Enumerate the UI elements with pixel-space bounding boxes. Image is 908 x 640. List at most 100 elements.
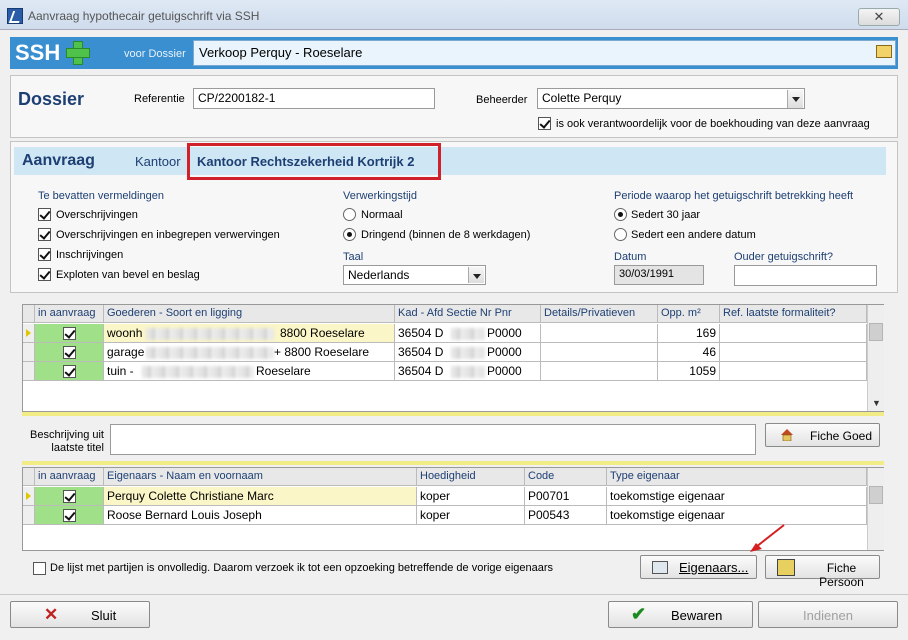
fiche-goed-button[interactable]: Fiche Goed — [765, 423, 880, 447]
goederen-col-kad[interactable]: Kad - Afd Sectie Nr Pnr — [395, 305, 541, 323]
redacted-blur — [142, 366, 254, 378]
goed-details[interactable] — [541, 324, 658, 343]
inschrijvingen-label: Inschrijvingen — [56, 249, 124, 261]
grid-corner — [23, 305, 35, 323]
open-folder-icon[interactable] — [876, 45, 892, 58]
close-window-button[interactable]: ✕ — [858, 8, 900, 26]
scroll-thumb[interactable] — [869, 323, 883, 341]
boekhouding-label: is ook verantwoordelijk voor de boekhoud… — [556, 118, 870, 130]
fiche-persoon-label: Fiche Persoon — [819, 561, 864, 589]
table-row-check[interactable] — [35, 362, 104, 381]
ouder-input[interactable] — [734, 265, 877, 286]
goed-checkbox[interactable] — [63, 327, 76, 340]
goed-details[interactable] — [541, 343, 658, 362]
goed-opp[interactable]: 1059 — [658, 362, 720, 381]
eigenaar-code[interactable]: P00543 — [525, 506, 607, 525]
goederen-grid[interactable]: in aanvraag Goederen - Soort en ligging … — [22, 304, 884, 412]
eigenaar-hoedigheid[interactable]: koper — [417, 506, 525, 525]
onvolledig-label: De lijst met partijen is onvolledig. Daa… — [50, 562, 554, 574]
add-plus-icon[interactable] — [66, 41, 90, 65]
datum-field: 30/03/1991 — [614, 265, 704, 285]
goed-checkbox[interactable] — [63, 365, 76, 378]
eigenaar-code[interactable]: P00701 — [525, 487, 607, 506]
chevron-down-icon[interactable] — [787, 90, 803, 108]
beschrijving-textarea[interactable] — [110, 424, 756, 455]
grid-corner — [23, 468, 35, 486]
goed-details[interactable] — [541, 362, 658, 381]
goed-ref[interactable] — [720, 324, 867, 343]
goed-soort-cell[interactable]: garage + 8800 Roeselare — [104, 343, 395, 362]
beheerder-select[interactable]: Colette Perquy — [537, 88, 805, 109]
dossier-field[interactable]: Verkoop Perquy - Roeselare — [193, 40, 896, 66]
table-row-check[interactable] — [35, 324, 104, 343]
exploten-checkbox[interactable] — [38, 268, 51, 281]
eigenaar-type[interactable]: toekomstige eigenaar — [607, 487, 867, 506]
table-row-check[interactable] — [35, 343, 104, 362]
splitter[interactable] — [22, 461, 884, 465]
eigenaars-col-type[interactable]: Type eigenaar — [607, 468, 867, 486]
goed-kad-cell[interactable]: 36504 D P0000 — [395, 362, 541, 381]
goed-ref[interactable] — [720, 343, 867, 362]
table-row-check[interactable] — [35, 506, 104, 525]
verwerkingstijd-title: Verwerkingstijd — [343, 190, 417, 202]
eigenaar-hoedigheid[interactable]: koper — [417, 487, 525, 506]
goederen-col-soort[interactable]: Goederen - Soort en ligging — [104, 305, 395, 323]
normaal-radio[interactable] — [343, 208, 356, 221]
chevron-down-icon[interactable] — [468, 267, 484, 283]
eigenaar-naam[interactable]: Roose Bernard Louis Joseph — [104, 506, 417, 525]
goederen-col-in-aanvraag[interactable]: in aanvraag — [35, 305, 104, 323]
goed-checkbox[interactable] — [63, 346, 76, 359]
inschrijvingen-checkbox[interactable] — [38, 248, 51, 261]
goederen-scrollbar[interactable]: ▼ — [867, 305, 884, 411]
table-row-check[interactable] — [35, 487, 104, 506]
redacted-blur — [146, 328, 274, 340]
eigenaar-checkbox[interactable] — [63, 509, 76, 522]
bewaren-button[interactable]: ✔ Bewaren — [608, 601, 753, 628]
indienen-label: Indienen — [803, 608, 853, 623]
goed-opp[interactable]: 169 — [658, 324, 720, 343]
goed-ligging: + 8800 Roeselare — [274, 345, 370, 359]
goed-kad-cell[interactable]: 36504 D P0000 — [395, 343, 541, 362]
aanvraag-title: Aanvraag — [22, 152, 95, 169]
sluit-button[interactable]: ✕ Sluit — [10, 601, 150, 628]
fiche-persoon-button[interactable]: Fiche Persoon — [765, 555, 880, 589]
referentie-input[interactable]: CP/2200182-1 — [193, 88, 435, 109]
eigenaars-scrollbar[interactable] — [867, 468, 884, 550]
boekhouding-checkbox[interactable] — [538, 117, 551, 130]
beheerder-label: Beheerder — [476, 94, 528, 106]
scroll-thumb[interactable] — [869, 486, 883, 504]
goed-soort-cell[interactable]: tuin - Roeselare — [104, 362, 395, 381]
onvolledig-checkbox[interactable] — [33, 562, 46, 575]
dringend-radio[interactable] — [343, 228, 356, 241]
redacted-blur — [451, 347, 485, 359]
exploten-label: Exploten van bevel en beslag — [56, 269, 200, 281]
eigenaars-col-in-aanvraag[interactable]: in aanvraag — [35, 468, 104, 486]
taal-select[interactable]: Nederlands — [343, 265, 486, 285]
scroll-down-icon[interactable]: ▼ — [872, 398, 881, 408]
eigenaar-naam[interactable]: Perquy Colette Christiane Marc — [104, 487, 417, 506]
goederen-col-opp[interactable]: Opp. m² — [658, 305, 720, 323]
splitter[interactable] — [22, 412, 884, 416]
goederen-col-ref[interactable]: Ref. laatste formaliteit? — [720, 305, 867, 323]
eigenaars-col-naam[interactable]: Eigenaars - Naam en voornaam — [104, 468, 417, 486]
goed-soort-cell[interactable]: woonh 8800 Roeselare — [104, 324, 395, 343]
row-indicator — [23, 506, 35, 525]
eigenaar-checkbox[interactable] — [63, 490, 76, 503]
periode-title: Periode waarop het getuigschrift betrekk… — [614, 190, 854, 202]
goed-kad-cell[interactable]: 36504 D P0000 — [395, 324, 541, 343]
andere-datum-radio[interactable] — [614, 228, 627, 241]
address-book-icon — [652, 561, 668, 574]
overschrijvingen-checkbox[interactable] — [38, 208, 51, 221]
verwervingen-checkbox[interactable] — [38, 228, 51, 241]
vermeldingen-title: Te bevatten vermeldingen — [38, 190, 164, 202]
goederen-col-details[interactable]: Details/Privatieven — [541, 305, 658, 323]
indienen-button[interactable]: Indienen — [758, 601, 898, 628]
goed-ref[interactable] — [720, 362, 867, 381]
goed-soort: woonh — [107, 326, 143, 340]
goed-opp[interactable]: 46 — [658, 343, 720, 362]
eigenaar-type[interactable]: toekomstige eigenaar — [607, 506, 867, 525]
eigenaars-button[interactable]: Eigenaars... — [640, 555, 757, 579]
eigenaars-col-hoedigheid[interactable]: Hoedigheid — [417, 468, 525, 486]
sedert-30-jaar-radio[interactable] — [614, 208, 627, 221]
eigenaars-col-code[interactable]: Code — [525, 468, 607, 486]
